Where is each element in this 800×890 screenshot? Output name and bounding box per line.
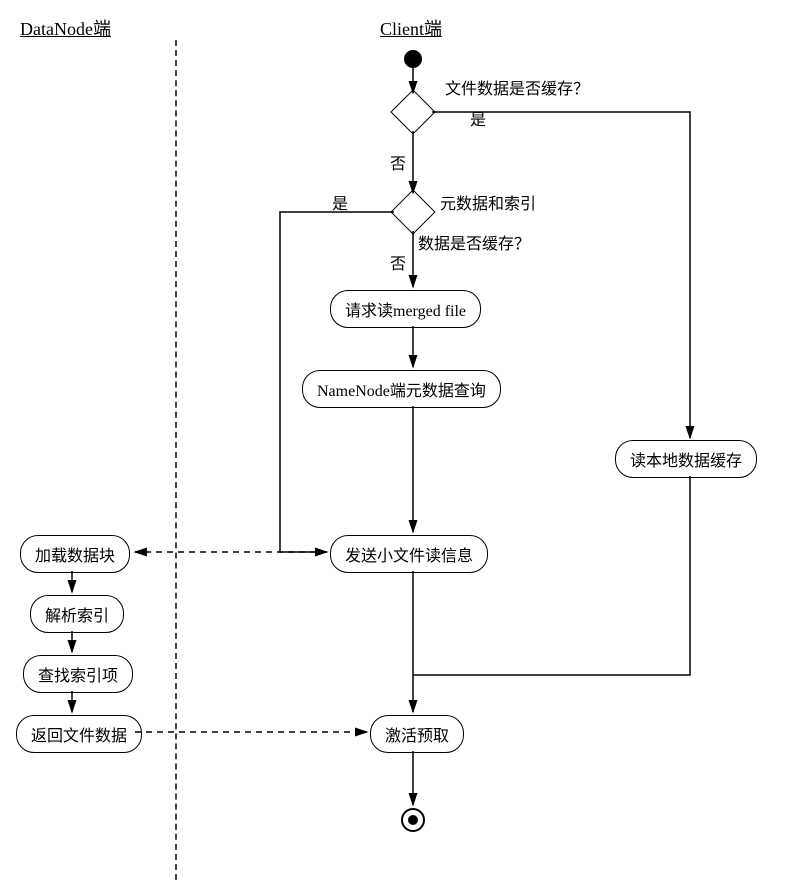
activity-diagram: DataNode端 Client端 文件数据是否缓存？ 是 否 元数据和索引 数… (0, 0, 800, 890)
decision-file-cached-no: 否 (390, 150, 406, 174)
node-send-small-file: 发送小文件读信息 (330, 535, 488, 573)
decision-meta-cached (390, 189, 435, 234)
lane-header-client: Client端 (380, 15, 442, 41)
start-node (404, 50, 422, 68)
node-return-file: 返回文件数据 (16, 715, 142, 753)
decision-meta-cached-q2: 数据是否缓存？ (418, 230, 530, 254)
decision-file-cached-question: 文件数据是否缓存？ (445, 75, 589, 99)
node-request-read: 请求读merged file (330, 290, 481, 328)
decision-file-cached (390, 89, 435, 134)
node-parse-index: 解析索引 (30, 595, 124, 633)
decision-meta-cached-no: 否 (390, 250, 406, 274)
node-namenode-query: NameNode端元数据查询 (302, 370, 501, 408)
node-lookup-index: 查找索引项 (23, 655, 133, 693)
node-load-block: 加载数据块 (20, 535, 130, 573)
node-activate-prefetch: 激活预取 (370, 715, 464, 753)
lane-header-datanode: DataNode端 (20, 15, 111, 41)
decision-meta-cached-yes: 是 (332, 190, 348, 214)
swimlane-divider (175, 40, 177, 880)
end-node (401, 808, 425, 832)
node-read-local-cache: 读本地数据缓存 (615, 440, 757, 478)
decision-file-cached-yes: 是 (470, 106, 486, 130)
decision-meta-cached-q1: 元数据和索引 (440, 190, 536, 214)
